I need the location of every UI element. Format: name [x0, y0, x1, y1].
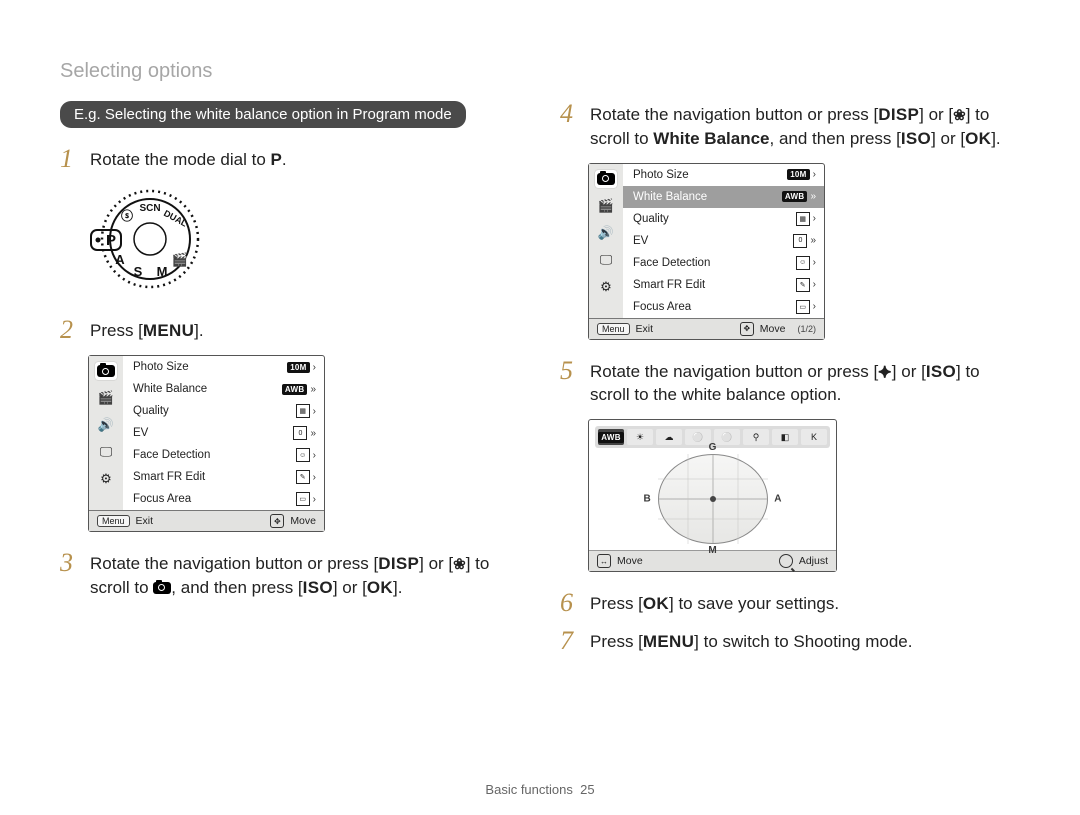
menu-button-label: MENU: [143, 319, 194, 343]
display-icon: 🖵: [95, 443, 117, 461]
video-icon: 🎬: [95, 389, 117, 407]
mode-dial-graphic: SCN ⓢ DUAL A S M 🎬 P: [88, 184, 520, 299]
wb-chip: ⚪: [685, 429, 711, 445]
step-7: 7 Press [MENU] to switch to Shooting mod…: [560, 628, 1020, 654]
video-icon: 🎬: [595, 197, 617, 215]
menu-footer-move: Move: [290, 515, 316, 527]
white-balance-screenshot: AWB ☀ ☁ ⚪ ⚪ ⚲ ◧ K: [588, 419, 837, 572]
magnify-icon: [779, 554, 793, 568]
menu-list: Photo Size10M› White BalanceAWB» Quality…: [123, 356, 324, 510]
svg-text:S: S: [134, 264, 143, 279]
leftright-icon: ↔: [597, 554, 611, 568]
menu-footer-pill: Menu: [97, 515, 130, 527]
svg-text:SCN: SCN: [139, 203, 160, 214]
camera-icon: [595, 170, 617, 188]
camera-icon: [153, 582, 171, 594]
step-1: 1 Rotate the mode dial to P.: [60, 146, 520, 172]
step-2: 2 Press [MENU].: [60, 317, 520, 343]
left-column: E.g. Selecting the white balance option …: [60, 101, 520, 666]
step-number: 4: [560, 101, 580, 127]
sound-icon: 🔊: [95, 416, 117, 434]
menu-row: Smart FR Edit✎›: [623, 274, 824, 296]
menu-row: Focus Area▭›: [123, 488, 324, 510]
menu-row: Quality▦›: [623, 208, 824, 230]
camera-icon: [95, 362, 117, 380]
step-text: Rotate the navigation button or press [⯌…: [590, 358, 1020, 408]
gear-icon: ⚙: [595, 278, 617, 296]
page-footer: Basic functions 25: [60, 782, 1020, 797]
step-3: 3 Rotate the navigation button or press …: [60, 550, 520, 600]
gear-icon: ⚙: [95, 470, 117, 488]
step-text: Press [MENU] to switch to Shooting mode.: [590, 628, 912, 654]
wb-adjust-grid: G M B A: [658, 454, 768, 544]
sound-icon: 🔊: [595, 224, 617, 242]
menu-row: Photo Size10M›: [623, 164, 824, 186]
step-text: Rotate the navigation button or press [D…: [90, 550, 520, 600]
wb-chip: ◧: [772, 429, 798, 445]
step-text: Rotate the mode dial to P.: [90, 146, 287, 172]
step-number: 2: [60, 317, 80, 343]
wb-footer-adjust: Adjust: [799, 555, 828, 567]
step-6: 6 Press [OK] to save your settings.: [560, 590, 1020, 616]
right-column: 4 Rotate the navigation button or press …: [560, 101, 1020, 666]
menu-row: Photo Size10M›: [123, 356, 324, 378]
wb-chip: K: [801, 429, 827, 445]
step-4: 4 Rotate the navigation button or press …: [560, 101, 1020, 151]
menu-row: Smart FR Edit✎›: [123, 466, 324, 488]
svg-text:A: A: [115, 252, 125, 267]
macro-flower-icon: ❀: [953, 107, 966, 124]
menu-row: EV0»: [123, 422, 324, 444]
nav-icon: ✥: [740, 322, 754, 336]
step-5: 5 Rotate the navigation button or press …: [560, 358, 1020, 408]
wb-chip: ⚪: [714, 429, 740, 445]
step-text: Rotate the navigation button or press [D…: [590, 101, 1020, 151]
menu-footer-exit: Exit: [136, 515, 154, 527]
wb-chip: AWB: [598, 429, 624, 445]
menu-row: Face Detection☺›: [623, 252, 824, 274]
mode-p: P: [271, 150, 282, 169]
step-number: 7: [560, 628, 580, 654]
menu-row: EV0»: [623, 230, 824, 252]
step-number: 5: [560, 358, 580, 384]
step-text: Press [OK] to save your settings.: [590, 590, 839, 616]
step-number: 3: [60, 550, 80, 576]
menu-row: White BalanceAWB»: [123, 378, 324, 400]
camera-menu-screenshot-1: 🎬 🔊 🖵 ⚙ Photo Size10M› White BalanceAWB»…: [88, 355, 325, 532]
step-text: Press [MENU].: [90, 317, 204, 343]
page-count: (1/2): [797, 324, 816, 334]
menu-row: Face Detection☺›: [123, 444, 324, 466]
flash-icon: ⯌: [878, 360, 892, 384]
step-number: 1: [60, 146, 80, 172]
display-icon: 🖵: [595, 251, 617, 269]
svg-text:🎬: 🎬: [172, 252, 188, 267]
macro-flower-icon: ❀: [453, 556, 466, 573]
camera-menu-screenshot-2: 🎬 🔊 🖵 ⚙ Photo Size10M› White BalanceAWB»…: [588, 163, 825, 340]
svg-text:P: P: [106, 232, 116, 249]
wb-chip: ☁: [656, 429, 682, 445]
wb-chip: ⚲: [743, 429, 769, 445]
svg-text:ⓢ: ⓢ: [121, 208, 133, 223]
nav-icon: ✥: [270, 514, 284, 528]
wb-chip: ☀: [627, 429, 653, 445]
wb-axis-m: M: [708, 545, 716, 556]
svg-text:DUAL: DUAL: [162, 208, 189, 229]
menu-row: Quality▦›: [123, 400, 324, 422]
svg-text:M: M: [157, 264, 168, 279]
menu-row-selected: White BalanceAWB»: [623, 186, 824, 208]
wb-axis-b: B: [644, 494, 651, 505]
wb-axis-a: A: [774, 494, 781, 505]
step-number: 6: [560, 590, 580, 616]
example-callout: E.g. Selecting the white balance option …: [60, 101, 466, 128]
page-header: Selecting options: [60, 60, 1020, 83]
menu-sidebar: 🎬 🔊 🖵 ⚙: [89, 356, 123, 510]
menu-row: Focus Area▭›: [623, 296, 824, 318]
wb-footer-move: Move: [617, 555, 643, 567]
wb-axis-g: G: [709, 442, 717, 453]
